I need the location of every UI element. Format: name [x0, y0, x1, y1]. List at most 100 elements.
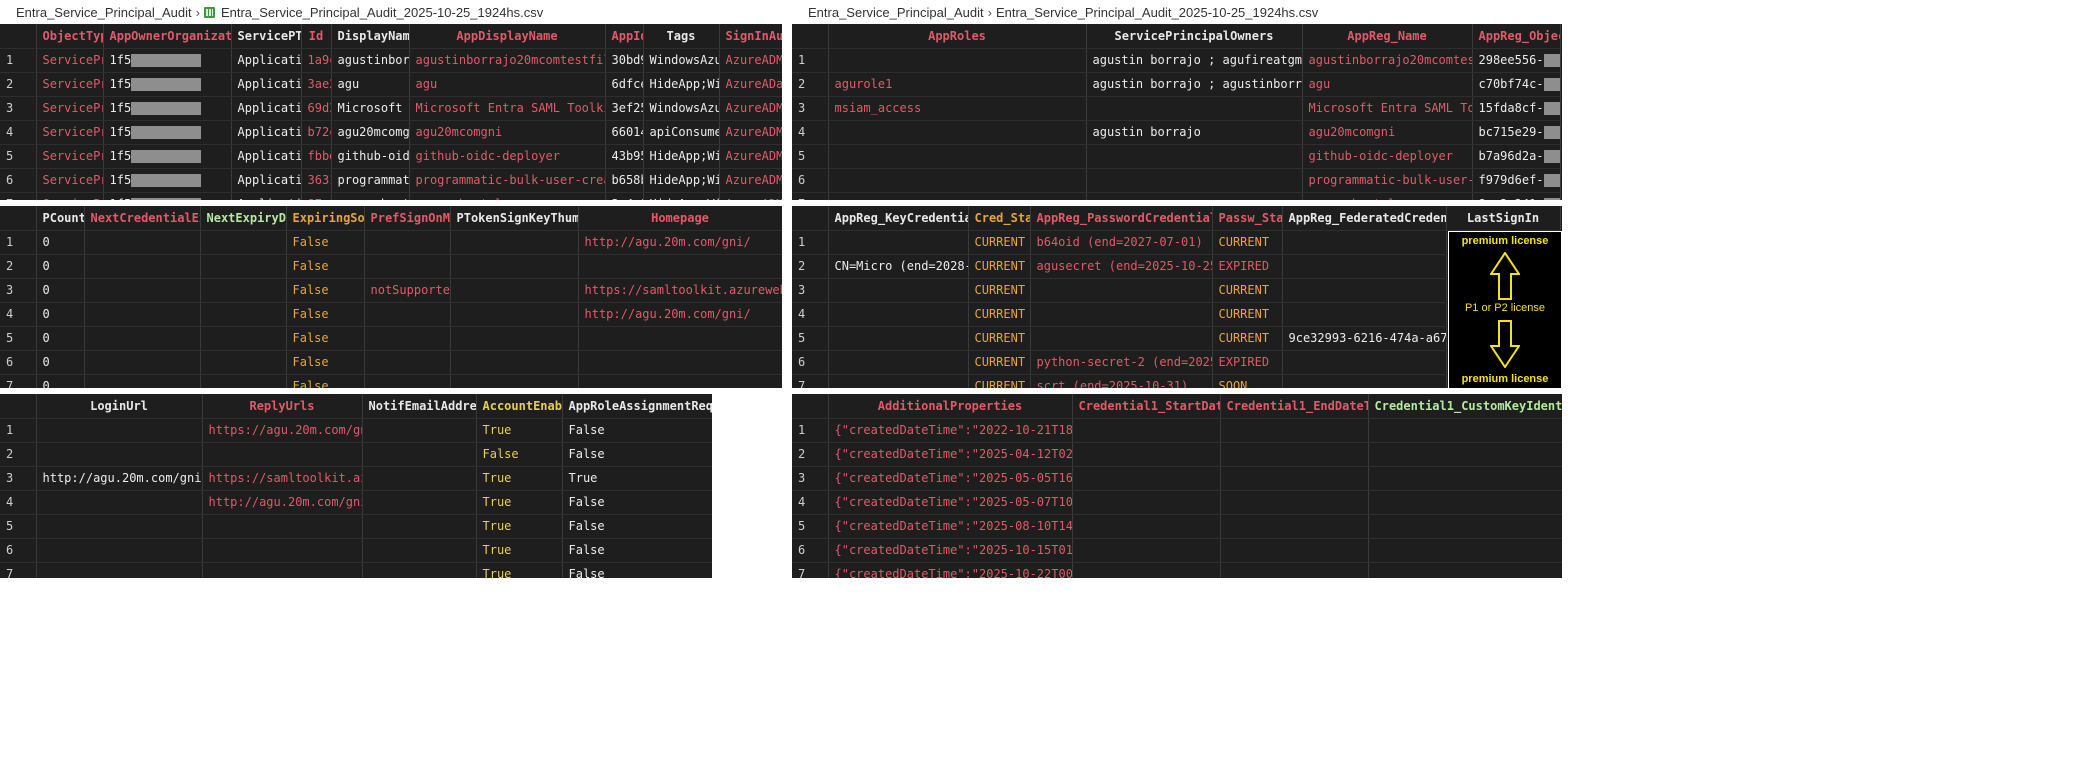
column-header[interactable]: PrefSignOnMode: [364, 206, 451, 231]
table-cell[interactable]: apiConsumer;: [643, 120, 720, 145]
row-index[interactable]: 6: [792, 538, 829, 563]
table-cell[interactable]: [1220, 490, 1369, 515]
table-cell[interactable]: 298ee556-: [1472, 48, 1561, 73]
table-cell[interactable]: f979d6ef-: [1472, 168, 1561, 193]
table-cell[interactable]: {"createdDateTime":"2025-10-22T00:42:54Z…: [828, 562, 1073, 578]
table-cell[interactable]: [36, 490, 203, 515]
table-cell[interactable]: Microsoft En: [331, 96, 410, 121]
table-cell[interactable]: github-oidc-: [331, 144, 410, 169]
table-cell[interactable]: AzureADMyOrg: [719, 96, 782, 121]
table-cell[interactable]: 0: [36, 326, 85, 351]
table-cell[interactable]: agu: [1302, 72, 1473, 97]
table-row[interactable]: 4 agustin borrajo agu20mcomgni bc715e29-: [792, 120, 1561, 145]
table-row[interactable]: 7ServicePrin1f5Application87a0mggraph-st…: [0, 192, 782, 200]
column-header[interactable]: AppRoleAssignmentRequired: [562, 394, 712, 419]
row-index[interactable]: 5: [0, 144, 37, 169]
table-cell[interactable]: [36, 418, 203, 443]
table-cell[interactable]: [362, 514, 477, 539]
column-header[interactable]: [792, 206, 829, 231]
table-cell[interactable]: True: [476, 514, 563, 539]
column-header[interactable]: AccountEnabled: [476, 394, 563, 419]
table-cell[interactable]: CURRENT: [1212, 326, 1283, 351]
table-row[interactable]: 6 CURRENTpython-secret-2 (end=2025-10-21)…: [792, 350, 1560, 375]
table-cell[interactable]: 1a9c: [301, 48, 332, 73]
table-cell[interactable]: CURRENT: [968, 278, 1031, 303]
table-cell[interactable]: 1f5: [103, 120, 232, 145]
table-cell[interactable]: [1072, 442, 1221, 467]
table-cell[interactable]: [828, 350, 969, 375]
table-row[interactable]: 3 CURRENT CURRENT: [792, 278, 1560, 303]
table-row[interactable]: 1{"createdDateTime":"2022-10-21T18:14:58…: [792, 418, 1562, 443]
table-cell[interactable]: programmatic-bulk-user-creator: [1302, 168, 1473, 193]
table-cell[interactable]: [1368, 538, 1562, 563]
row-index[interactable]: 5: [792, 144, 829, 169]
table-row[interactable]: 6 programmatic-bulk-user-creator f979d6ef-: [792, 168, 1561, 193]
row-index[interactable]: 7: [792, 192, 829, 200]
column-header[interactable]: Tags: [643, 24, 720, 49]
table-cell[interactable]: HideApp;Wind: [643, 192, 720, 200]
table-cell[interactable]: False: [286, 350, 365, 375]
table-cell[interactable]: [1368, 466, 1562, 491]
table-cell[interactable]: [364, 230, 451, 255]
table-cell[interactable]: [84, 374, 201, 388]
table-cell[interactable]: [828, 168, 1087, 193]
row-index[interactable]: 4: [792, 302, 829, 327]
table-cell[interactable]: agu20mcomgni: [331, 120, 410, 145]
table-row[interactable]: 5 github-oidc-deployer b7a96d2a-: [792, 144, 1561, 169]
table-cell[interactable]: agurole1: [828, 72, 1087, 97]
table-cell[interactable]: agu20mcomgni: [1302, 120, 1473, 145]
table-cell[interactable]: {"createdDateTime":"2025-08-10T14:09:52Z…: [828, 514, 1073, 539]
breadcrumb-file[interactable]: Entra_Service_Principal_Audit_2025-10-25…: [221, 5, 543, 20]
table-row[interactable]: 2CN=Micro (end=2028-10-24)CURRENTagusecr…: [792, 254, 1560, 279]
table-cell[interactable]: b72c: [301, 120, 332, 145]
table-cell[interactable]: [362, 442, 477, 467]
row-index[interactable]: 7: [0, 192, 37, 200]
table-cell[interactable]: [364, 254, 451, 279]
row-index[interactable]: 1: [792, 418, 829, 443]
table-cell[interactable]: False: [286, 254, 365, 279]
table-cell[interactable]: [828, 230, 969, 255]
data-grid[interactable]: LoginUrlReplyUrlsNotifEmailAddressesAcco…: [0, 394, 712, 578]
table-cell[interactable]: AzureADMyOrg: [719, 144, 782, 169]
row-index[interactable]: 6: [792, 168, 829, 193]
table-cell[interactable]: 43b954: [605, 144, 644, 169]
table-cell[interactable]: [1282, 278, 1447, 303]
column-header[interactable]: Credential1_EndDateTime: [1220, 394, 1369, 419]
table-row[interactable]: 7 True False: [0, 562, 712, 578]
table-row[interactable]: 1ServicePrin1f5Application1a9cagustinbor…: [0, 48, 782, 73]
table-cell[interactable]: [200, 254, 287, 279]
table-row[interactable]: 6 0 False: [0, 350, 782, 375]
table-cell[interactable]: [828, 120, 1087, 145]
column-header[interactable]: AppReg_FederatedCredentials: [1282, 206, 1447, 231]
table-cell[interactable]: agustinborrajo20mcomtestfile: [1302, 48, 1473, 73]
table-cell[interactable]: notSupported: [364, 278, 451, 303]
table-cell[interactable]: False: [562, 418, 712, 443]
table-cell[interactable]: True: [476, 418, 563, 443]
table-row[interactable]: 6{"createdDateTime":"2025-10-15T01:09:56…: [792, 538, 1562, 563]
column-header[interactable]: PCount: [36, 206, 85, 231]
table-cell[interactable]: ServicePrin: [36, 120, 104, 145]
table-cell[interactable]: Application: [231, 120, 302, 145]
table-cell[interactable]: http://agu.20m.com/gni/: [578, 230, 782, 255]
table-cell[interactable]: [450, 302, 579, 327]
table-cell[interactable]: CURRENT: [968, 254, 1031, 279]
row-index[interactable]: 1: [792, 48, 829, 73]
table-cell[interactable]: [1368, 490, 1562, 515]
table-cell[interactable]: Application: [231, 96, 302, 121]
table-cell[interactable]: [1282, 230, 1447, 255]
table-cell[interactable]: scrt (end=2025-10-31): [1030, 374, 1213, 388]
table-row[interactable]: 5ServicePrin1f5Applicationfbbdgithub-oid…: [0, 144, 782, 169]
table-row[interactable]: 2 0 False: [0, 254, 782, 279]
table-row[interactable]: 1 0 False http://agu.20m.com/gni/: [0, 230, 782, 255]
table-cell[interactable]: ServicePrin: [36, 48, 104, 73]
table-cell[interactable]: ServicePrin: [36, 192, 104, 200]
table-cell[interactable]: [1368, 514, 1562, 539]
table-cell[interactable]: {"createdDateTime":"2025-05-07T10:40:06Z…: [828, 490, 1073, 515]
row-index[interactable]: 7: [0, 374, 37, 388]
table-cell[interactable]: [362, 562, 477, 578]
table-cell[interactable]: [1030, 326, 1213, 351]
row-index[interactable]: 7: [0, 562, 37, 578]
column-header[interactable]: AppReg_ObjectId: [1472, 24, 1561, 49]
table-cell[interactable]: [1086, 96, 1303, 121]
table-cell[interactable]: 15fda8cf-: [1472, 96, 1561, 121]
